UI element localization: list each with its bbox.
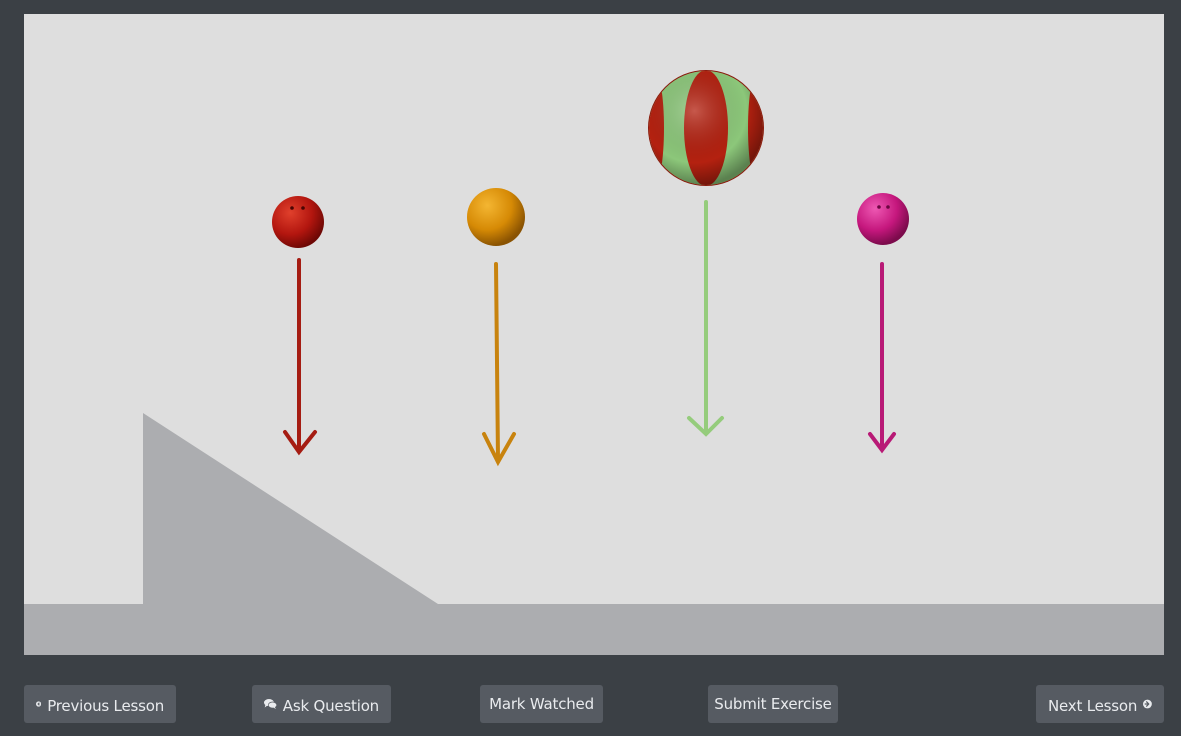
previous-lesson-button[interactable]: Previous Lesson (24, 685, 176, 723)
previous-lesson-label: Previous Lesson (47, 697, 164, 715)
next-lesson-label: Next Lesson (1048, 697, 1138, 715)
submit-exercise-button[interactable]: Submit Exercise (708, 685, 838, 723)
next-lesson-button[interactable]: Next Lesson (1036, 685, 1164, 723)
mark-watched-button[interactable]: Mark Watched (480, 685, 603, 723)
orange-ball (467, 188, 525, 246)
submit-exercise-label: Submit Exercise (714, 695, 832, 713)
video-frame (24, 14, 1164, 655)
magenta-ball (857, 193, 909, 245)
falling-objects-illustration (24, 70, 1164, 655)
mark-watched-label: Mark Watched (489, 695, 594, 713)
comments-icon (264, 699, 277, 709)
red-arrow (283, 258, 317, 456)
beach-ball (648, 70, 764, 186)
magenta-arrow (868, 262, 896, 454)
red-bowling-ball (272, 196, 324, 248)
ask-question-button[interactable]: Ask Question (252, 685, 391, 723)
green-arrow (687, 200, 724, 437)
arrow-circle-right-icon (1143, 699, 1152, 709)
arrow-circle-left-icon (36, 701, 42, 707)
ramp (24, 413, 1164, 655)
ask-question-label: Ask Question (282, 697, 379, 715)
orange-arrow (482, 262, 516, 467)
